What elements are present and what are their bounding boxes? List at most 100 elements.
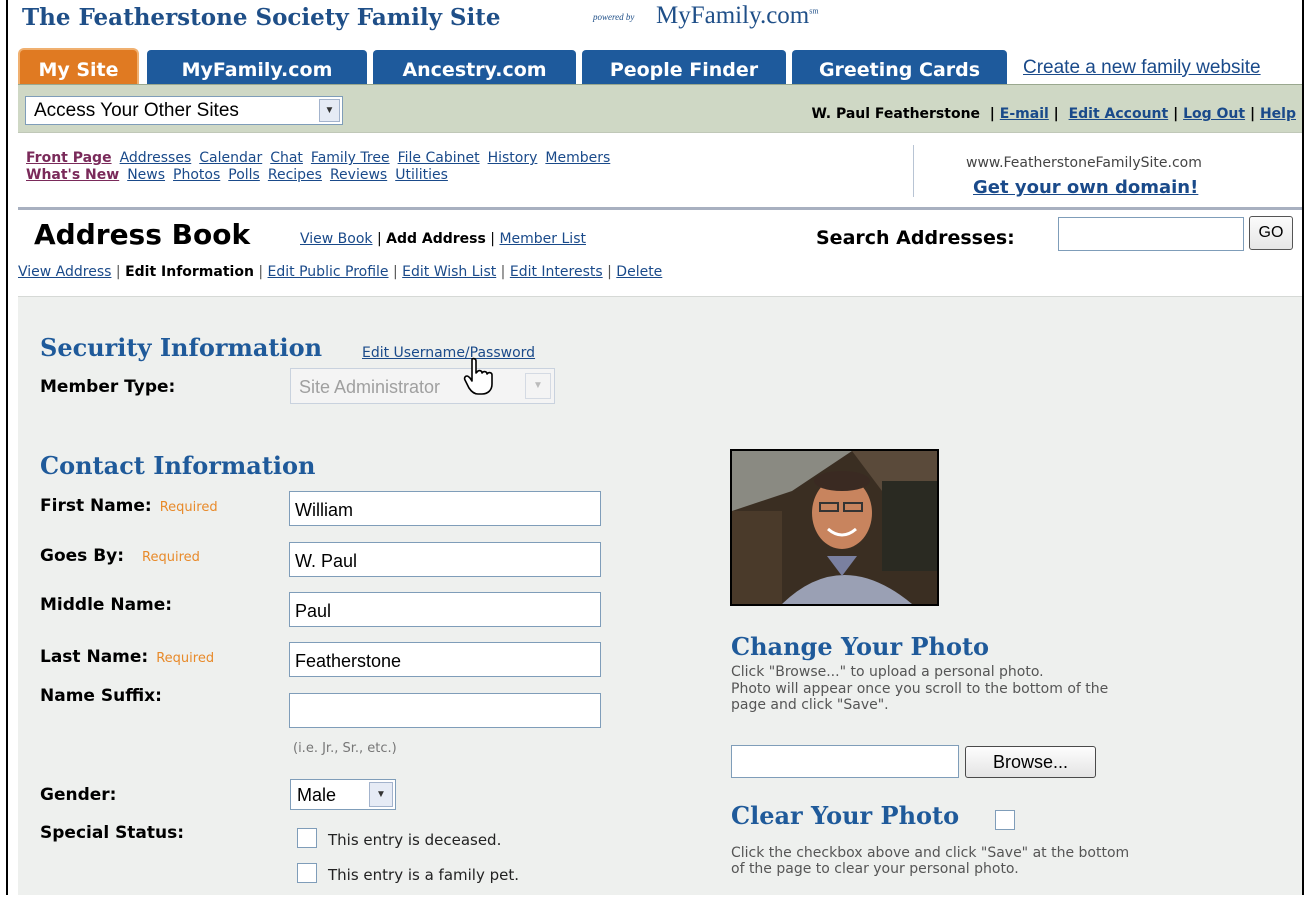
middle-name-label: Middle Name:	[40, 595, 173, 615]
middle-name-field[interactable]: Paul	[289, 592, 601, 627]
site-nav: Front Page Addresses Calendar Chat Family Tr…	[18, 132, 1302, 208]
tab-my-site[interactable]: My Site	[18, 48, 139, 84]
log-out-link[interactable]: Log Out	[1183, 106, 1245, 122]
member-type-select: Site Administrator ▼	[290, 368, 555, 404]
chevron-down-icon: ▼	[525, 373, 551, 399]
domain-url: www.FeatherstoneFamilySite.com	[966, 155, 1202, 171]
site-title: The Featherstone Society Family Site	[22, 4, 501, 31]
member-photo	[730, 449, 939, 606]
name-suffix-field[interactable]	[289, 693, 601, 728]
nav-front-page[interactable]: Front Page	[26, 150, 112, 166]
edit-subnav: View Address | Edit Information | Edit P…	[18, 264, 663, 280]
special-status-label: Special Status:	[40, 823, 185, 843]
email-link[interactable]: E-mail	[1000, 106, 1049, 122]
edit-username-password-link[interactable]: Edit Username/Password	[362, 345, 535, 361]
brand-mark: sm	[809, 6, 819, 16]
change-photo-desc-2: Photo will appear once you scroll to the…	[731, 681, 1109, 697]
nav-calendar[interactable]: Calendar	[199, 150, 262, 166]
powered-by: powered by	[593, 12, 635, 22]
edit-account-link[interactable]: Edit Account	[1069, 106, 1169, 122]
nav-links: Front Page Addresses Calendar Chat Family Tr…	[26, 150, 618, 184]
tab-ancestry[interactable]: Ancestry.com	[371, 48, 578, 84]
photo-file-input[interactable]	[731, 745, 959, 778]
member-type-label: Member Type:	[40, 377, 176, 397]
account-bar: Access Your Other Sites ▼ W. Paul Feathe…	[18, 84, 1302, 133]
nav-recipes[interactable]: Recipes	[268, 167, 322, 183]
last-name-label: Last Name: Required	[40, 647, 215, 667]
gender-label: Gender:	[40, 785, 117, 805]
add-address-current: Add Address	[386, 231, 486, 247]
search-label: Search Addresses:	[816, 227, 1015, 249]
page-title: Address Book	[34, 218, 251, 251]
other-sites-select[interactable]: Access Your Other Sites ▼	[25, 96, 343, 125]
other-sites-value: Access Your Other Sites	[34, 100, 239, 121]
address-book-header: Address Book View Book | Add Address | M…	[18, 207, 1302, 260]
edit-public-profile-link[interactable]: Edit Public Profile	[268, 264, 389, 280]
user-menu: W. Paul Featherstone | E-mail | Edit Acc…	[811, 106, 1296, 122]
edit-information-current: Edit Information	[125, 264, 254, 280]
browser-frame: The Featherstone Society Family Site pow…	[6, 0, 1304, 895]
deceased-checkbox[interactable]	[297, 828, 317, 848]
nav-family-tree[interactable]: Family Tree	[311, 150, 390, 166]
browse-button[interactable]: Browse...	[965, 746, 1096, 778]
goes-by-label: Goes By: Required	[40, 546, 200, 566]
edit-form-panel: Security Information Edit Username/Passw…	[18, 296, 1302, 895]
user-name: W. Paul Featherstone	[811, 106, 981, 122]
brand-name: MyFamily.com	[656, 2, 810, 29]
nav-addresses[interactable]: Addresses	[120, 150, 192, 166]
view-address-link[interactable]: View Address	[18, 264, 111, 280]
name-suffix-label: Name Suffix:	[40, 686, 162, 706]
nav-chat[interactable]: Chat	[270, 150, 303, 166]
nav-photos[interactable]: Photos	[173, 167, 220, 183]
go-button[interactable]: GO	[1249, 216, 1293, 250]
member-list-link[interactable]: Member List	[499, 231, 586, 247]
hand-cursor-icon	[463, 357, 493, 395]
divider	[913, 145, 914, 197]
edit-wish-list-link[interactable]: Edit Wish List	[402, 264, 496, 280]
delete-link[interactable]: Delete	[616, 264, 662, 280]
nav-members[interactable]: Members	[545, 150, 610, 166]
nav-reviews[interactable]: Reviews	[330, 167, 387, 183]
tab-greeting-cards[interactable]: Greeting Cards	[790, 48, 1009, 84]
clear-photo-heading: Clear Your Photo	[731, 801, 960, 830]
tab-people-finder[interactable]: People Finder	[580, 48, 788, 84]
member-type-value: Site Administrator	[299, 377, 441, 397]
goes-by-field[interactable]: W. Paul	[289, 542, 601, 577]
tab-myfamily[interactable]: MyFamily.com	[145, 48, 369, 84]
person-photo-image	[732, 451, 937, 604]
change-photo-desc-3: page and click "Save".	[731, 697, 889, 713]
security-heading: Security Information	[40, 333, 323, 362]
gender-value: Male	[297, 785, 337, 805]
help-link[interactable]: Help	[1260, 106, 1296, 122]
change-photo-desc-1: Click "Browse..." to upload a personal p…	[731, 664, 1044, 680]
last-name-field[interactable]: Featherstone	[289, 642, 601, 677]
edit-interests-link[interactable]: Edit Interests	[510, 264, 603, 280]
nav-utilities[interactable]: Utilities	[395, 167, 448, 183]
chevron-down-icon[interactable]: ▼	[369, 782, 393, 807]
chevron-down-icon[interactable]: ▼	[319, 99, 340, 122]
view-book-link[interactable]: View Book	[300, 231, 373, 247]
nav-history[interactable]: History	[488, 150, 538, 166]
clear-photo-desc-1: Click the checkbox above and click "Save…	[731, 845, 1130, 861]
brand-logo: MyFamily.comsm	[656, 2, 819, 30]
required-tag: Required	[156, 651, 215, 666]
nav-whats-new[interactable]: What's New	[26, 167, 119, 183]
address-book-links: View Book | Add Address | Member List	[300, 231, 586, 247]
gender-select[interactable]: Male ▼	[290, 779, 396, 810]
create-site-link[interactable]: Create a new family website	[1023, 57, 1261, 79]
search-input[interactable]	[1058, 217, 1244, 251]
first-name-label: First Name: Required	[40, 496, 218, 516]
nav-news[interactable]: News	[127, 167, 165, 183]
change-photo-heading: Change Your Photo	[731, 632, 990, 661]
nav-polls[interactable]: Polls	[228, 167, 260, 183]
first-name-field[interactable]: William	[289, 491, 601, 526]
family-pet-label: This entry is a family pet.	[328, 866, 520, 884]
nav-file-cabinet[interactable]: File Cabinet	[398, 150, 480, 166]
clear-photo-checkbox[interactable]	[995, 810, 1015, 830]
family-pet-checkbox[interactable]	[297, 863, 317, 883]
suffix-hint: (i.e. Jr., Sr., etc.)	[293, 741, 397, 756]
clear-photo-desc-2: of the page to clear your personal photo…	[731, 861, 1019, 877]
get-domain-link[interactable]: Get your own domain!	[973, 177, 1198, 198]
deceased-label: This entry is deceased.	[328, 831, 502, 849]
required-tag: Required	[142, 550, 200, 565]
